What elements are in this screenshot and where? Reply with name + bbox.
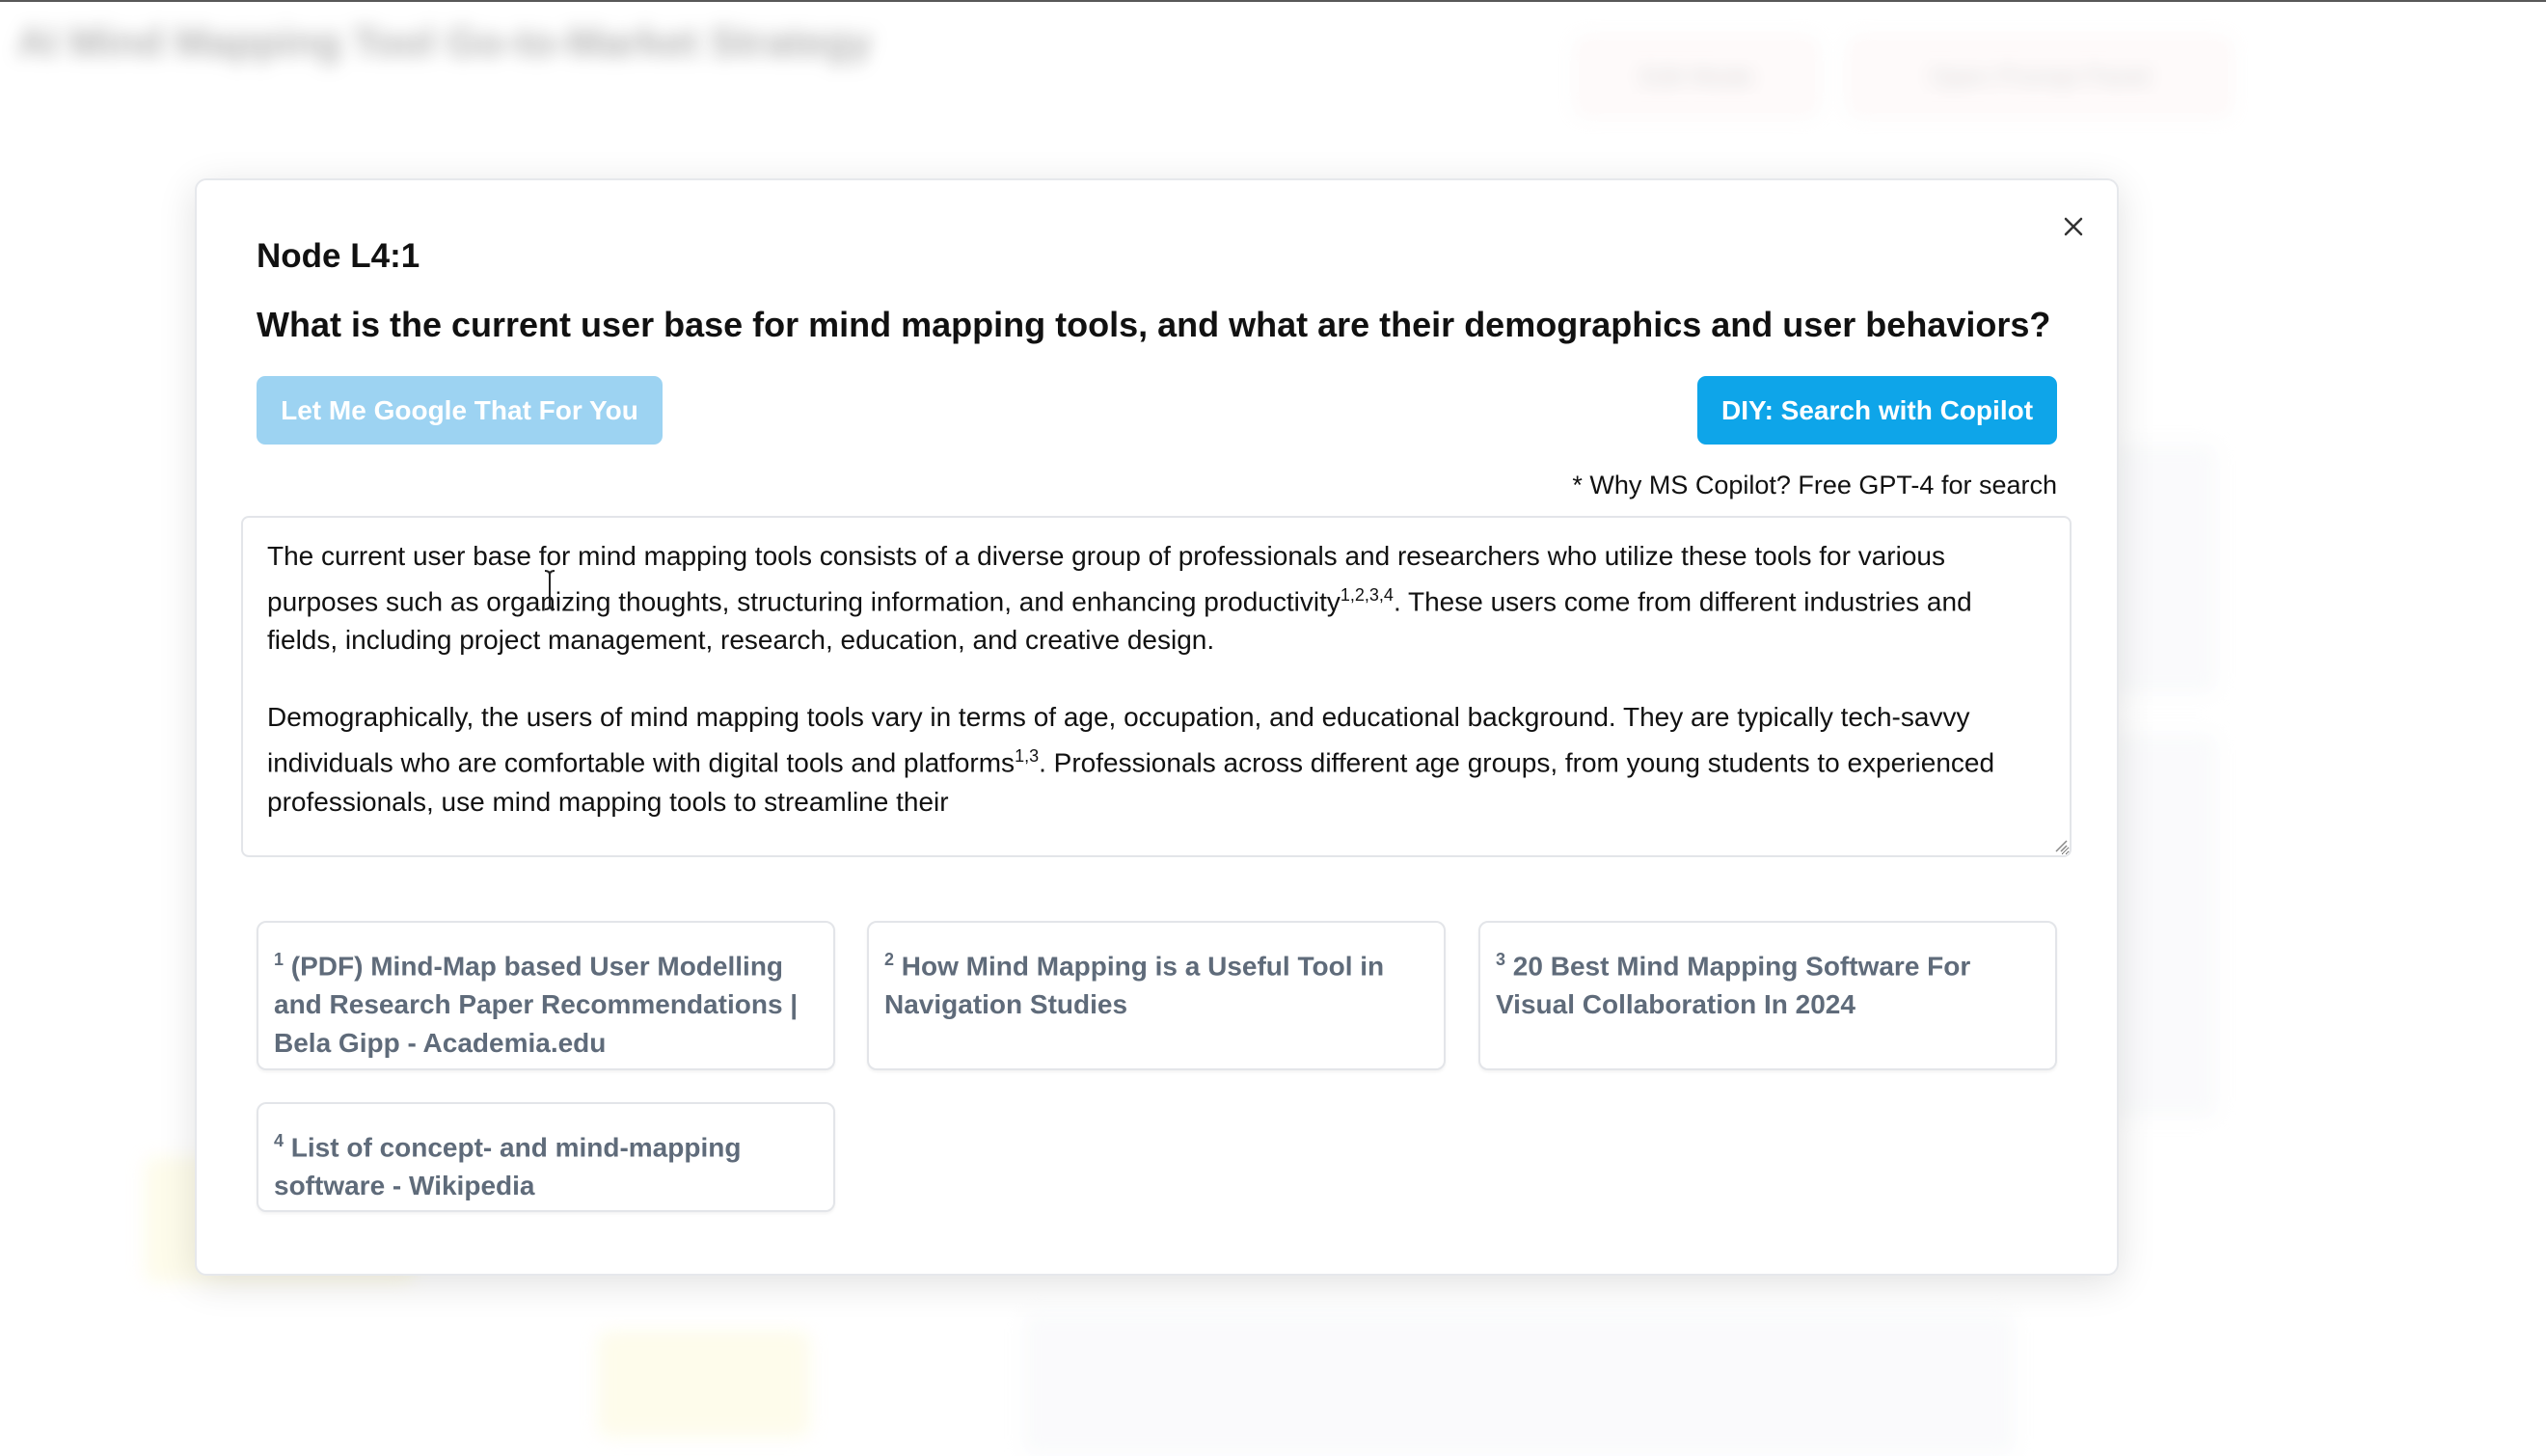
node-title: Node L4:1 <box>257 237 420 275</box>
citation: 1,2,3,4 <box>1340 585 1394 605</box>
close-icon[interactable] <box>2057 210 2090 243</box>
text-cursor-icon <box>544 570 555 610</box>
reference-title: (PDF) Mind-Map based User Modelling and … <box>274 951 799 1059</box>
reference-number: 1 <box>274 950 284 969</box>
reference-card[interactable]: 3 20 Best Mind Mapping Software For Visu… <box>1478 921 2057 1070</box>
citation: 1,3 <box>1015 746 1040 767</box>
copilot-search-button[interactable]: DIY: Search with Copilot <box>1697 376 2057 445</box>
answer-textarea[interactable]: The current user base for mind mapping t… <box>241 516 2072 857</box>
reference-number: 2 <box>884 950 895 969</box>
reference-card[interactable]: 2 How Mind Mapping is a Useful Tool in N… <box>867 921 1446 1070</box>
reference-number: 4 <box>274 1131 284 1150</box>
google-button[interactable]: Let Me Google That For You <box>257 376 663 445</box>
resize-handle-icon[interactable] <box>2054 839 2068 852</box>
reference-title: List of concept- and mind-mapping softwa… <box>274 1132 742 1201</box>
reference-title: 20 Best Mind Mapping Software For Visual… <box>1496 951 1971 1020</box>
reference-title: How Mind Mapping is a Useful Tool in Nav… <box>884 951 1385 1020</box>
node-question: What is the current user base for mind m… <box>257 305 2051 344</box>
reference-card[interactable]: 4 List of concept- and mind-mapping soft… <box>257 1102 835 1212</box>
reference-card[interactable]: 1 (PDF) Mind-Map based User Modelling an… <box>257 921 835 1070</box>
copilot-note[interactable]: * Why MS Copilot? Free GPT-4 for search <box>1572 471 2057 500</box>
reference-number: 3 <box>1496 950 1506 969</box>
